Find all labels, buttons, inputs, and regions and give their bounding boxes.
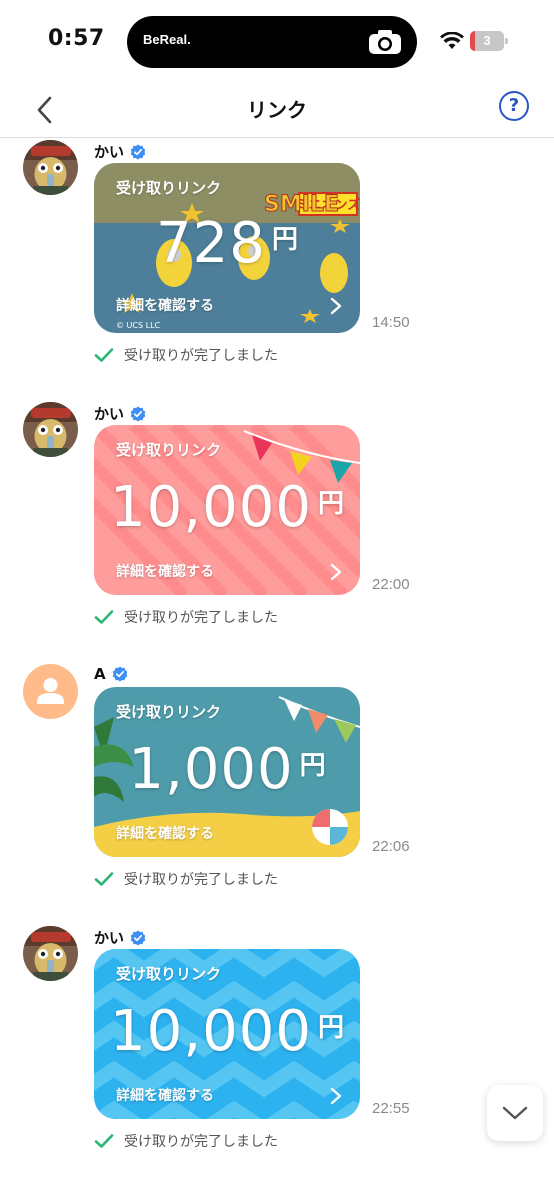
message-item: かい ミニオンズ SMILE 受け取りリンク 728 円 詳細を確認する © UC… xyxy=(0,138,554,378)
island-app-name: BeReal. xyxy=(143,32,191,47)
amount-value: 1,000 xyxy=(128,737,294,802)
received-status: 受け取りが完了しました xyxy=(94,869,278,889)
card-label: 受け取りリンク xyxy=(116,703,222,721)
chevron-right-icon xyxy=(330,563,342,581)
verified-badge-icon xyxy=(130,930,146,946)
message-timestamp: 22:06 xyxy=(372,838,410,855)
received-status: 受け取りが完了しました xyxy=(94,607,278,627)
payment-link-card[interactable]: 受け取りリンク 1,000 円 詳細を確認する xyxy=(94,687,360,857)
message-item: かい 受け取りリンク 10,000 円 詳細を確認する 22:55 受け取りが完了… xyxy=(0,924,554,1164)
view-details-label: 詳細を確認する xyxy=(116,1088,214,1104)
currency-label: 円 xyxy=(271,225,298,255)
verified-badge-icon xyxy=(130,406,146,422)
payment-link-card[interactable]: 受け取りリンク 10,000 円 詳細を確認する xyxy=(94,949,360,1119)
character-avatar-image xyxy=(23,926,78,981)
card-label: 受け取りリンク xyxy=(116,965,222,983)
help-button[interactable]: ? xyxy=(499,91,529,121)
status-time: 0:57 xyxy=(48,26,105,51)
sender-name: かい xyxy=(94,143,125,161)
message-timestamp: 22:00 xyxy=(372,576,410,593)
verified-badge-icon xyxy=(130,144,146,160)
card-copyright: © UCS LLC xyxy=(116,321,161,330)
message-item: A 受け取りリンク 1,000 円 詳細を確認する 22:06 受け取りが完了しま… xyxy=(0,662,554,902)
dynamic-island[interactable]: BeReal. xyxy=(127,16,417,68)
battery-level: 3 xyxy=(483,33,491,48)
battery-indicator: 3 xyxy=(470,31,508,51)
currency-label: 円 xyxy=(317,489,344,519)
view-details-label: 詳細を確認する xyxy=(116,298,214,314)
scroll-to-bottom-button[interactable] xyxy=(487,1085,543,1141)
card-amount: 728 円 xyxy=(94,211,360,276)
card-label: 受け取りリンク xyxy=(116,441,222,459)
amount-value: 728 xyxy=(156,211,266,276)
character-avatar-image xyxy=(23,140,78,195)
currency-label: 円 xyxy=(317,1013,344,1043)
checkmark-icon xyxy=(94,347,114,363)
avatar[interactable] xyxy=(23,926,78,981)
avatar[interactable] xyxy=(23,140,78,195)
received-status-text: 受け取りが完了しました xyxy=(124,1134,278,1150)
chevron-right-icon xyxy=(330,1087,342,1105)
sender-name-row: かい xyxy=(94,927,146,948)
status-bar: 0:57 BeReal. 3 xyxy=(0,0,554,84)
checkmark-icon xyxy=(94,1133,114,1149)
view-details-label: 詳細を確認する xyxy=(116,826,214,842)
card-amount: 1,000 円 xyxy=(94,737,360,802)
message-timestamp: 22:55 xyxy=(372,1100,410,1117)
sender-name: かい xyxy=(94,929,125,947)
chevron-right-icon xyxy=(330,297,342,315)
avatar[interactable] xyxy=(23,664,78,719)
received-status-text: 受け取りが完了しました xyxy=(124,872,278,888)
message-item: かい 受け取りリンク 10,000 円 詳細を確認する 22:00 受け取りが完… xyxy=(0,400,554,640)
sender-name-row: A xyxy=(94,665,128,683)
received-status-text: 受け取りが完了しました xyxy=(124,610,278,626)
card-label: 受け取りリンク xyxy=(116,179,222,197)
currency-label: 円 xyxy=(299,751,326,781)
view-details-label: 詳細を確認する xyxy=(116,564,214,580)
character-avatar-image xyxy=(23,402,78,457)
card-amount: 10,000 円 xyxy=(94,475,360,540)
received-status-text: 受け取りが完了しました xyxy=(124,348,278,364)
sender-name-row: かい xyxy=(94,403,146,424)
person-icon xyxy=(37,678,64,704)
checkmark-icon xyxy=(94,609,114,625)
verified-badge-icon xyxy=(112,666,128,682)
amount-value: 10,000 xyxy=(110,999,312,1064)
chevron-down-icon xyxy=(502,1106,528,1120)
checkmark-icon xyxy=(94,871,114,887)
received-status: 受け取りが完了しました xyxy=(94,1131,278,1151)
message-timestamp: 14:50 xyxy=(372,314,410,331)
avatar[interactable] xyxy=(23,402,78,457)
battery-tip xyxy=(505,38,508,44)
sender-name: A xyxy=(94,665,106,683)
amount-value: 10,000 xyxy=(110,475,312,540)
nav-header: リンク ? xyxy=(0,84,554,138)
sender-name: かい xyxy=(94,405,125,423)
received-status: 受け取りが完了しました xyxy=(94,345,278,365)
payment-link-card[interactable]: ミニオンズ SMILE 受け取りリンク 728 円 詳細を確認する © UCS L… xyxy=(94,163,360,333)
sender-name-row: かい xyxy=(94,141,146,162)
card-amount: 10,000 円 xyxy=(94,999,360,1064)
camera-icon xyxy=(369,30,401,54)
payment-link-card[interactable]: 受け取りリンク 10,000 円 詳細を確認する xyxy=(94,425,360,595)
wifi-icon xyxy=(440,32,464,49)
page-title: リンク xyxy=(247,98,307,122)
